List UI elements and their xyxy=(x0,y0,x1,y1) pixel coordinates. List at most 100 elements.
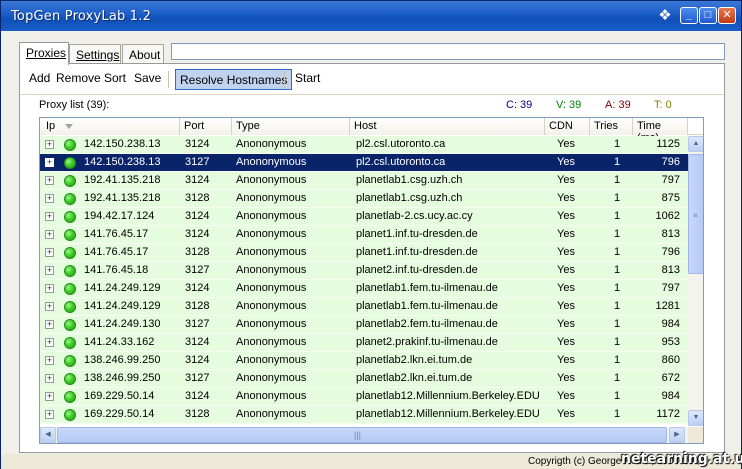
horizontal-scroll-thumb[interactable]: ||| xyxy=(57,427,667,443)
expand-icon[interactable]: + xyxy=(45,248,54,257)
cell-time: 860 xyxy=(661,354,680,366)
close-button[interactable]: ✕ xyxy=(718,7,736,24)
cell-type: Anononymous xyxy=(236,390,307,402)
cell-tries: 1 xyxy=(613,210,621,222)
table-row[interactable]: +138.246.99.250 3124 Anononymous planetlab2… xyxy=(40,352,688,370)
horizontal-scrollbar[interactable]: ◀ ||| ▶ xyxy=(40,427,688,443)
cell-host: planetlab1.fem.tu-ilmenau.de xyxy=(356,300,498,312)
expand-icon[interactable]: + xyxy=(45,212,54,221)
start-button[interactable]: Start xyxy=(292,69,323,87)
cell-port: 3124 xyxy=(185,336,210,348)
expand-icon[interactable]: + xyxy=(45,356,54,365)
remove-button[interactable]: Remove xyxy=(53,69,104,87)
expand-icon[interactable]: + xyxy=(45,158,54,167)
save-button[interactable]: Save xyxy=(131,69,164,87)
cell-cdn: Yes xyxy=(557,228,575,240)
expand-icon[interactable]: + xyxy=(45,266,54,275)
column-header-port[interactable]: Port xyxy=(180,118,232,135)
cell-time: 797 xyxy=(661,282,680,294)
cell-type: Anononymous xyxy=(236,246,307,258)
cell-port: 3124 xyxy=(185,354,210,366)
expand-icon[interactable]: + xyxy=(45,374,54,383)
cell-port: 3127 xyxy=(185,372,210,384)
title-bar[interactable]: TopGen ProxyLab 1.2 ❖ _ □ ✕ xyxy=(1,1,741,31)
cell-type: Anononymous xyxy=(236,192,307,204)
expand-icon[interactable]: + xyxy=(45,230,54,239)
cell-cdn: Yes xyxy=(557,174,575,186)
app-icon[interactable]: ❖ xyxy=(656,7,674,24)
cell-time: 813 xyxy=(661,264,680,276)
cell-ip: 192.41.135.218 xyxy=(84,174,161,186)
cell-ip: 169.229.50.14 xyxy=(84,390,155,402)
tab-settings[interactable]: Settings xyxy=(69,44,121,64)
expand-icon[interactable]: + xyxy=(45,392,54,401)
resolve-hostnames-button[interactable]: Resolve Hostnames xyxy=(175,69,293,90)
cell-time: 796 xyxy=(661,246,680,258)
expand-icon[interactable]: + xyxy=(45,320,54,329)
vertical-scroll-thumb[interactable]: ≡ xyxy=(688,154,703,274)
column-header-type[interactable]: Type xyxy=(232,118,350,135)
status-ok-icon xyxy=(64,355,76,367)
table-row[interactable]: +141.76.45.17 3124 Anononymous planet1.inf.… xyxy=(40,226,688,244)
column-header-tries[interactable]: Tries xyxy=(590,118,633,135)
add-button[interactable]: Add xyxy=(26,69,53,87)
tab-about[interactable]: About xyxy=(122,44,164,64)
cell-tries: 1 xyxy=(613,156,621,168)
expand-icon[interactable]: + xyxy=(45,284,54,293)
table-row[interactable]: +141.24.33.162 3124 Anononymous planet2.pra… xyxy=(40,334,688,352)
table-row[interactable]: +192.41.135.218 3124 Anononymous planetlab1… xyxy=(40,172,688,190)
scroll-corner xyxy=(688,427,703,443)
proxy-table[interactable]: Ip Port Type Host CDN Tries Time (ms) +1… xyxy=(39,117,704,444)
table-row[interactable]: +194.42.17.124 3124 Anononymous planetlab-2… xyxy=(40,208,688,226)
cell-ip: 141.76.45.18 xyxy=(84,264,149,276)
cell-type: Anononymous xyxy=(236,318,307,330)
cell-cdn: Yes xyxy=(557,336,575,348)
scroll-right-button[interactable]: ▶ xyxy=(669,427,685,443)
cell-time: 875 xyxy=(661,192,680,204)
column-header-ip[interactable]: Ip xyxy=(40,118,180,135)
table-row[interactable]: +142.150.238.13 3127 Anononymous pl2.csl.ut… xyxy=(40,154,688,172)
scroll-up-button[interactable]: ▲ xyxy=(688,136,703,152)
table-row[interactable]: +141.24.249.130 3127 Anononymous planetlab2… xyxy=(40,316,688,334)
status-ok-icon xyxy=(64,157,76,169)
cell-host: planet2.inf.tu-dresden.de xyxy=(356,264,478,276)
expand-icon[interactable]: + xyxy=(45,338,54,347)
table-row[interactable]: +138.246.99.250 3127 Anononymous planetlab2… xyxy=(40,370,688,388)
window-title: TopGen ProxyLab 1.2 xyxy=(11,9,152,24)
cell-cdn: Yes xyxy=(557,138,575,150)
table-row[interactable]: +169.229.50.14 3124 Anononymous planetlab12… xyxy=(40,388,688,406)
tab-proxies[interactable]: Proxies xyxy=(19,42,69,65)
column-header-host[interactable]: Host xyxy=(350,118,545,135)
cell-type: Anononymous xyxy=(236,282,307,294)
table-row[interactable]: +142.150.238.13 3124 Anononymous pl2.csl.ut… xyxy=(40,136,688,154)
tab-about-label: About xyxy=(129,48,161,62)
column-header-cdn[interactable]: CDN xyxy=(545,118,590,135)
sort-button[interactable]: Sort xyxy=(101,69,129,87)
table-row[interactable]: +169.229.50.14 3128 Anononymous planetlab12… xyxy=(40,406,688,424)
expand-icon[interactable]: + xyxy=(45,194,54,203)
cell-tries: 1 xyxy=(613,390,621,402)
cell-host: pl2.csl.utoronto.ca xyxy=(356,138,446,150)
tab-proxies-label: Proxies xyxy=(26,46,67,60)
table-row[interactable]: +141.76.45.17 3128 Anononymous planet1.inf.… xyxy=(40,244,688,262)
expand-icon[interactable]: + xyxy=(45,140,54,149)
cell-cdn: Yes xyxy=(557,318,575,330)
cell-time: 1172 xyxy=(656,408,680,420)
scroll-down-button[interactable]: ▼ xyxy=(688,410,703,426)
scroll-left-button[interactable]: ◀ xyxy=(40,427,56,443)
table-row[interactable]: +141.24.249.129 3124 Anononymous planetlab1… xyxy=(40,280,688,298)
filter-input[interactable] xyxy=(171,43,725,60)
expand-icon[interactable]: + xyxy=(45,302,54,311)
table-row[interactable]: +141.76.45.18 3127 Anononymous planet2.inf.… xyxy=(40,262,688,280)
maximize-button[interactable]: □ xyxy=(699,7,717,24)
column-header-time[interactable]: Time (ms) xyxy=(633,118,688,144)
vertical-scrollbar[interactable]: ▲ ≡ ▼ xyxy=(688,136,703,426)
proxies-panel: Add Remove Sort Save Resolve Hostnames S… xyxy=(19,63,725,453)
grip-icon: ||| xyxy=(354,430,362,440)
table-row[interactable]: +192.41.135.218 3128 Anononymous planetlab1… xyxy=(40,190,688,208)
expand-icon[interactable]: + xyxy=(45,410,54,419)
minimize-button[interactable]: _ xyxy=(680,7,698,24)
cell-port: 3128 xyxy=(185,192,210,204)
expand-icon[interactable]: + xyxy=(45,176,54,185)
table-row[interactable]: +141.24.249.129 3128 Anononymous planetlab1… xyxy=(40,298,688,316)
